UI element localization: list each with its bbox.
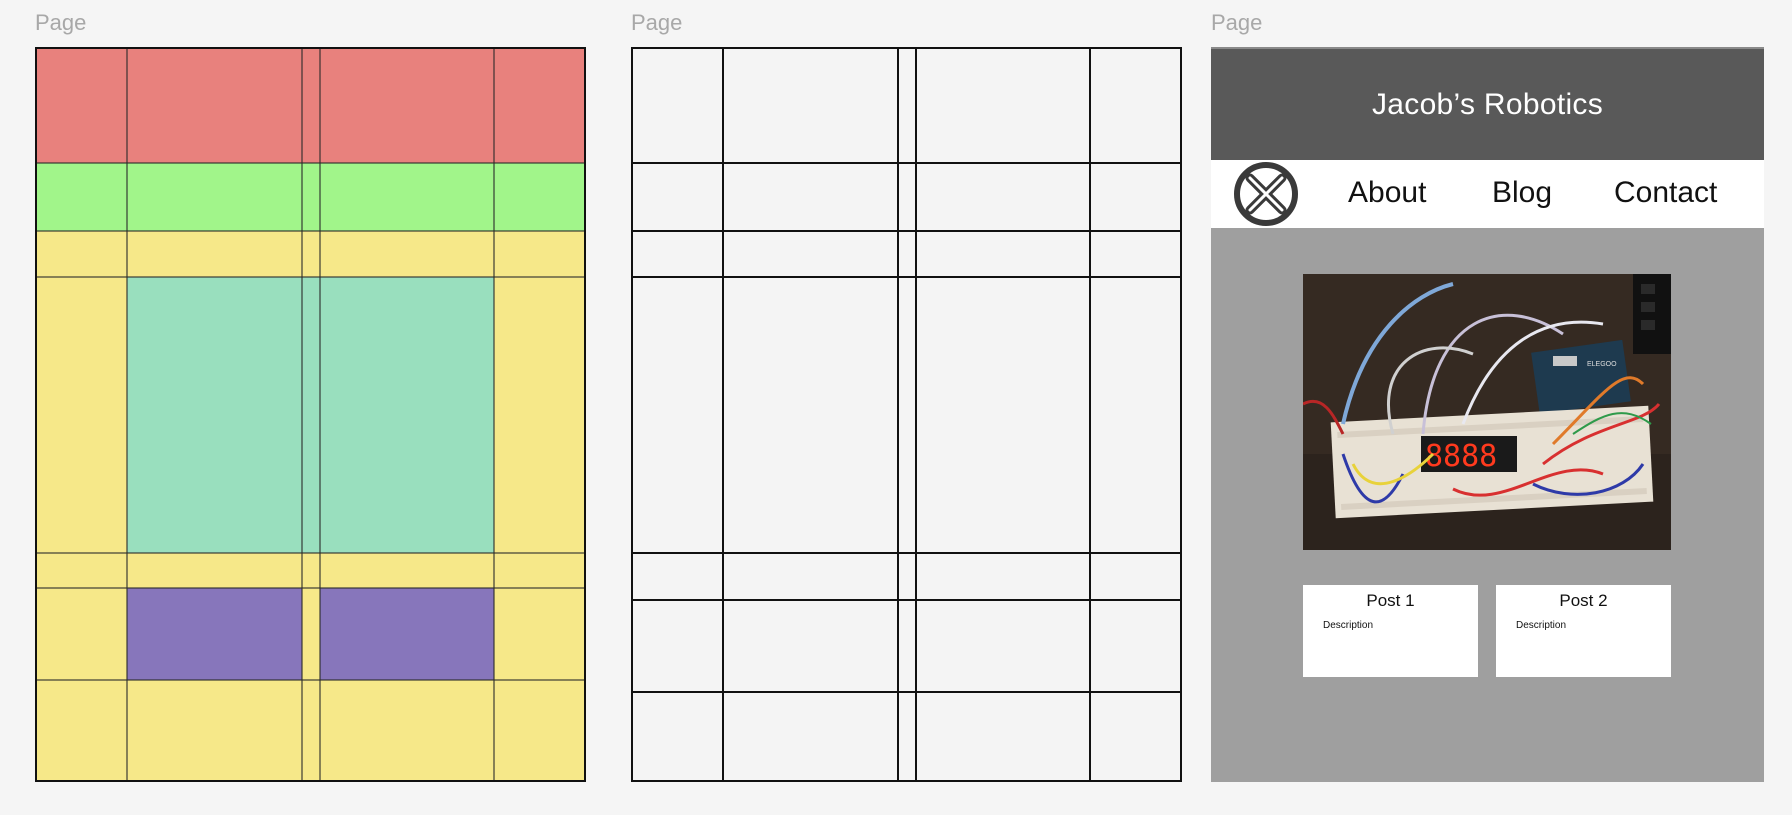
circle-x-logo-icon[interactable] [1233, 161, 1299, 227]
grid-column-line [493, 49, 495, 780]
grid-row-line [633, 230, 1180, 232]
post-title: Post 2 [1559, 591, 1608, 610]
grid-row-line [37, 276, 584, 278]
grid-row-line [633, 552, 1180, 554]
post-card-2[interactable]: Post 2 Description [1496, 585, 1671, 677]
nav-link-about[interactable]: About [1348, 176, 1426, 210]
grid-row-line [633, 162, 1180, 164]
post-description: Description [1516, 620, 1567, 631]
site-header: Jacob’s Robotics [1211, 47, 1764, 160]
breadboard-arduino-photo: ELEGOO 8888 [1303, 274, 1671, 550]
grid-column-line [897, 49, 899, 780]
grid-row-line [633, 276, 1180, 278]
website-mockup-frame[interactable]: Jacob’s Robotics About Blog Contact ELEG… [1211, 47, 1764, 782]
site-nav: About Blog Contact [1211, 160, 1764, 228]
post-description: Description [1323, 620, 1374, 631]
nav-band [37, 163, 584, 231]
nav-link-blog[interactable]: Blog [1492, 176, 1552, 210]
frame-label-1: Page [35, 10, 87, 35]
grid-column-line [126, 49, 128, 780]
header-band [37, 49, 584, 163]
grid-row-line [37, 162, 584, 164]
post-title: Post 1 [1366, 591, 1415, 610]
hero-area [127, 277, 494, 553]
colored-grid-frame[interactable] [35, 47, 586, 782]
site-title: Jacob’s Robotics [1371, 87, 1604, 121]
grid-column-line [915, 49, 917, 780]
grid-row-line [633, 691, 1180, 693]
grid-row-line [37, 587, 584, 589]
blank-grid-frame[interactable] [631, 47, 1182, 782]
grid-row-line [37, 230, 584, 232]
grid-column-line [1089, 49, 1091, 780]
nav-link-contact[interactable]: Contact [1614, 176, 1717, 210]
svg-text:ELEGOO: ELEGOO [1587, 361, 1617, 368]
frame-label-2: Page [631, 10, 683, 35]
grid-row-line [37, 552, 584, 554]
grid-row-line [37, 679, 584, 681]
grid-row-line [633, 599, 1180, 601]
post-card-area-1 [127, 588, 302, 680]
frame-label-3: Page [1211, 10, 1263, 35]
grid-column-line [301, 49, 303, 780]
svg-text:8888: 8888 [1425, 439, 1497, 474]
grid-column-line [722, 49, 724, 780]
post-card-area-2 [320, 588, 494, 680]
post-card-1[interactable]: Post 1 Description [1303, 585, 1478, 677]
grid-column-line [319, 49, 321, 780]
